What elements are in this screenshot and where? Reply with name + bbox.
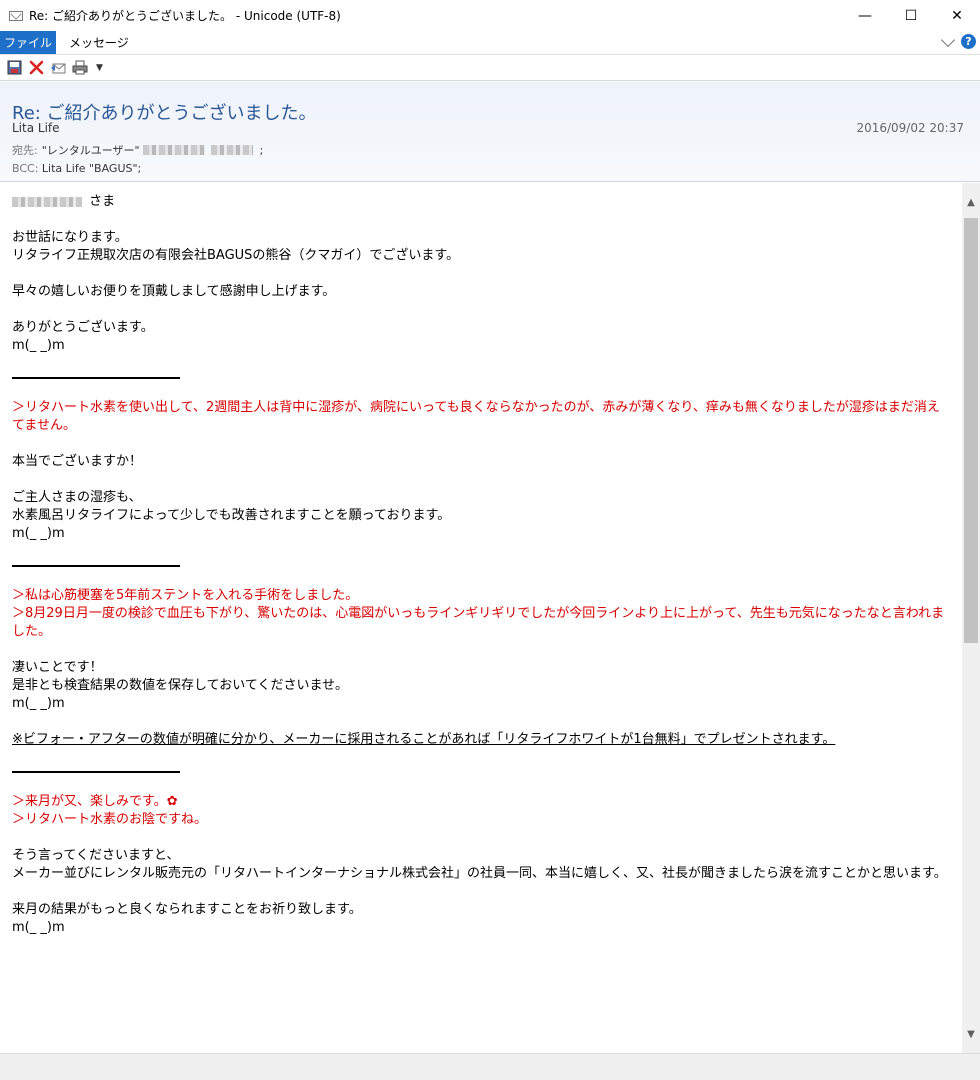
body-line: メーカー並びにレンタル販売元の「リタハートインターナショナル株式会社」の社員一同… [12, 866, 947, 881]
body-line: 本当でございますか！ [12, 454, 143, 469]
bcc-recipient[interactable]: Lita Life "BAGUS"; [42, 162, 141, 175]
envelope-icon [9, 10, 23, 21]
separator-line [12, 377, 180, 379]
menu-right-tools: ? [940, 32, 976, 49]
bow-emoticon: m(_ _)m [12, 696, 65, 711]
bow-emoticon: m(_ _)m [12, 338, 65, 353]
campaign-note: ※ビフォー・アフターの数値が明確に分かり、メーカーに採用されることがあれば「リタ… [12, 732, 836, 747]
to-label: 宛先: [12, 144, 38, 157]
bow-emoticon: m(_ _)m [12, 920, 65, 935]
salutation-suffix: さま [89, 194, 116, 209]
quote-line: ＞来月が又、楽しみです。✿ [12, 794, 178, 809]
body-line: そう言ってくださいますと、 [12, 848, 180, 863]
quote-line: ＞リタハート水素を使い出して、2週間主人は背中に湿疹が、病院にいっても良くならな… [12, 400, 940, 433]
redacted-recipient-name [12, 196, 82, 207]
body-line: 水素風呂リタライフによって少しでも改善されますことを願っております。 [12, 508, 451, 523]
maximize-button[interactable]: ☐ [888, 0, 934, 31]
quote-line: ＞私は心筋梗塞を5年前ステントを入れる手術をしました。 [12, 588, 359, 603]
delete-icon[interactable] [28, 60, 44, 76]
body-line: 来月の結果がもっと良くなられますことをお祈り致します。 [12, 902, 362, 917]
bow-emoticon: m(_ _)m [12, 526, 65, 541]
message-header: Re: ご紹介ありがとうございました。 Lita Life 2016/09/02… [0, 82, 980, 182]
window-title: Re: ご紹介ありがとうございました。 - Unicode (UTF-8) [29, 9, 341, 23]
help-icon[interactable]: ? [961, 34, 976, 49]
menu-message[interactable]: メッセージ [56, 31, 142, 54]
toolbar: ▼ [0, 55, 980, 81]
separator-line [12, 565, 180, 567]
scroll-down-icon[interactable]: ▼ [962, 1025, 980, 1043]
menu-file[interactable]: ファイル [0, 31, 56, 54]
bcc-line: BCC: Lita Life "BAGUS"; [12, 162, 141, 175]
to-recipient[interactable]: "レンタルユーザー" [42, 142, 140, 158]
toolbar-dropdown-icon[interactable]: ▼ [96, 63, 103, 73]
redacted-name [142, 145, 205, 155]
window-controls: — ☐ ✕ [842, 0, 980, 31]
scroll-up-icon[interactable]: ▲ [962, 193, 980, 211]
body-line: お世話になります。 [12, 230, 128, 245]
salutation: さま [12, 193, 950, 211]
save-icon[interactable] [6, 60, 22, 76]
print-icon[interactable] [72, 60, 88, 76]
bcc-label: BCC: [12, 162, 39, 175]
chevron-down-icon[interactable] [940, 32, 956, 47]
message-from: Lita Life [12, 121, 60, 135]
vertical-scrollbar[interactable]: ▲ ▼ [962, 183, 980, 1053]
body-line: 是非とも検査結果の数値を保存しておいてくださいませ。 [12, 678, 349, 693]
message-date: 2016/09/02 20:37 [856, 121, 964, 135]
to-line: 宛先: "レンタルユーザー" ; [12, 142, 263, 158]
body-line: 早々の嬉しいお便りを頂戴しまして感謝申し上げます。 [12, 284, 336, 299]
quote-line: ＞8月29日月一度の検診で血圧も下がり、驚いたのは、心電図がいっもラインギリギリ… [12, 606, 945, 639]
body-line: 凄いことです！ [12, 660, 103, 675]
reply-mail-icon[interactable] [50, 60, 66, 76]
body-line: ご主人さまの湿疹も、 [12, 490, 142, 505]
status-bar [0, 1053, 980, 1080]
minimize-button[interactable]: — [842, 0, 888, 31]
quote-line: ＞リタハート水素のお陰ですね。 [12, 812, 208, 827]
menu-bar: ファイル メッセージ ? [0, 31, 980, 55]
to-separator: ; [259, 143, 264, 157]
title-bar: Re: ご紹介ありがとうございました。 - Unicode (UTF-8) — … [0, 0, 980, 31]
redacted-address [210, 145, 253, 155]
body-line: ありがとうございます。 [12, 320, 154, 335]
close-button[interactable]: ✕ [934, 0, 980, 31]
message-body: さま お世話になります。 リタライフ正規取次店の有限会社BAGUSの熊谷（クマガ… [0, 183, 962, 1053]
separator-line [12, 771, 180, 773]
body-line: リタライフ正規取次店の有限会社BAGUSの熊谷（クマガイ）でございます。 [12, 248, 460, 263]
scrollbar-thumb[interactable] [964, 218, 978, 643]
